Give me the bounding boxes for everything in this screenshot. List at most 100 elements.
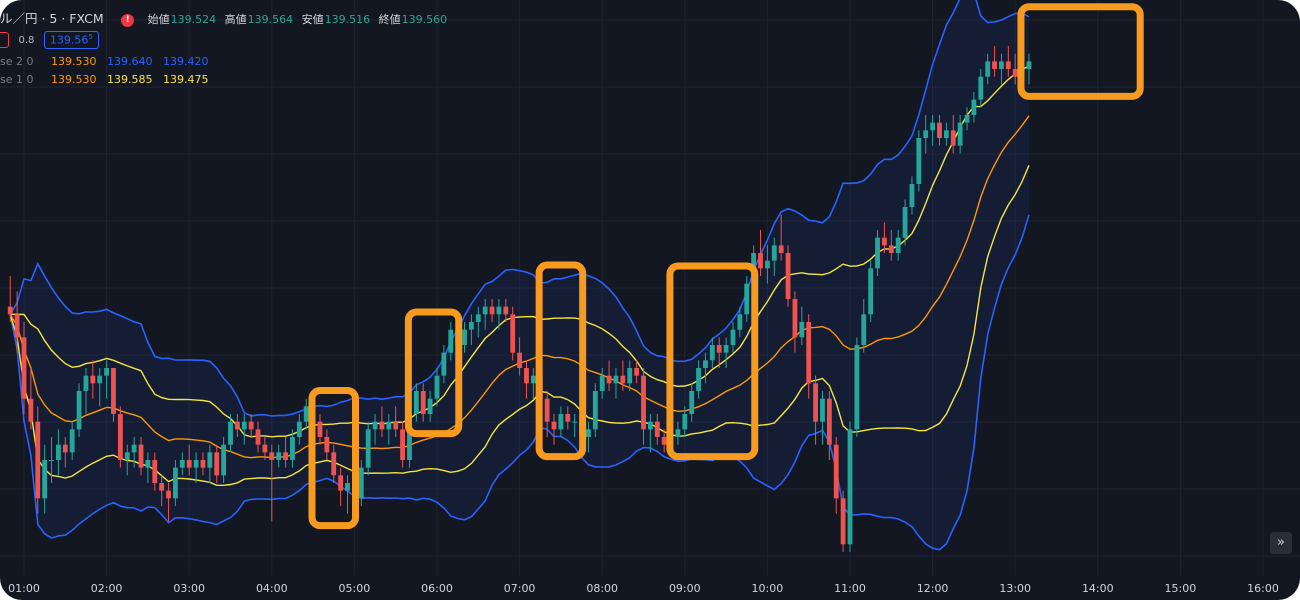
candle-body (586, 429, 591, 437)
candle-body (448, 329, 454, 353)
candle-body (83, 375, 89, 391)
candle-body (606, 375, 612, 384)
candle-body (214, 452, 220, 476)
symbol-title[interactable]: ル／円 · 5 · FXCM (0, 11, 104, 26)
candle-body (503, 306, 509, 315)
candle-body (985, 61, 991, 77)
legend-bb10[interactable]: se 1 0 139.530 139.585 139.475 (0, 73, 216, 86)
candle-body (379, 421, 385, 430)
candle-body (462, 329, 467, 345)
candle-body (413, 391, 419, 414)
candle-body (937, 122, 942, 138)
candle-body (654, 421, 660, 437)
candle-body (42, 460, 48, 499)
candle-body (496, 306, 502, 315)
candle-body (255, 429, 261, 445)
candle-body (978, 76, 984, 100)
candle-body (434, 375, 440, 399)
candle-body (909, 184, 915, 207)
candle-body (992, 61, 997, 69)
alert-icon[interactable]: ! (121, 14, 135, 27)
buy-price: 139.56 (49, 33, 89, 47)
time-tick-label: 05:00 (339, 582, 371, 595)
candle-body (393, 421, 399, 430)
candle-body (489, 306, 495, 315)
candle-body (861, 314, 867, 345)
legend-bb20[interactable]: se 2 0 139.530 139.640 139.420 (0, 55, 216, 68)
candle-body (847, 429, 853, 545)
candle-body (510, 314, 516, 353)
candle-body (806, 322, 812, 384)
candle-body (647, 421, 653, 430)
candle-body (723, 345, 729, 353)
candle-body (888, 245, 894, 253)
candle-body (290, 437, 295, 460)
time-tick-label: 03:00 (173, 582, 205, 595)
candle-body (902, 207, 908, 238)
time-tick-label: 09:00 (669, 582, 701, 595)
candle-body (971, 99, 977, 115)
time-tick-label: 07:00 (504, 582, 536, 595)
candle-body (365, 429, 371, 468)
candle-body (97, 375, 103, 384)
sell-button[interactable] (0, 31, 9, 48)
candle-body (193, 460, 199, 468)
candle-body (386, 421, 392, 430)
candle-body (296, 421, 302, 437)
candle-body (964, 115, 970, 123)
open-value: 139.524 (170, 13, 217, 26)
candle-body (159, 483, 165, 491)
candle-body (241, 421, 247, 430)
candle-body (35, 421, 41, 499)
candle-body (544, 398, 550, 422)
candle-body (682, 414, 688, 430)
candle-body (758, 253, 763, 269)
candle-body (152, 460, 158, 483)
scroll-to-realtime-button[interactable]: » (1270, 532, 1292, 554)
candle-body (324, 437, 330, 453)
buy-button[interactable]: 139.565 (43, 31, 99, 49)
low-value: 139.516 (324, 13, 371, 26)
bb10-label: se 1 0 (0, 73, 34, 86)
candle-body (117, 414, 123, 460)
candle-body (916, 138, 922, 184)
candle-body (62, 444, 68, 453)
time-tick-label: 08:00 (586, 582, 618, 595)
candle-body (613, 375, 619, 384)
candle-body (372, 421, 378, 430)
candle-body (689, 391, 695, 414)
candle-body (131, 444, 137, 453)
legend-ohlc: ル／円 · 5 · FXCM ! 始値139.524 高値139.564 安値1… (0, 8, 452, 27)
candle-body (826, 398, 832, 445)
candle-body (1005, 61, 1011, 69)
candle-body (111, 368, 116, 414)
close-label: 終値 (378, 13, 401, 26)
time-tick-label: 15:00 (1165, 582, 1197, 595)
candle-body (627, 368, 633, 384)
candle-body (943, 130, 949, 138)
candle-body (703, 360, 708, 368)
time-tick-label: 10:00 (752, 582, 784, 595)
candle-body (420, 391, 426, 414)
candle-body (833, 444, 839, 499)
candle-body (338, 475, 344, 491)
candle-body (469, 322, 474, 330)
open-label: 始値 (147, 13, 170, 26)
candle-body (950, 130, 956, 146)
candle-body (69, 429, 75, 453)
candle-body (565, 414, 571, 422)
candle-body (792, 299, 798, 338)
candle-body (145, 460, 151, 468)
price-chart[interactable]: 01:00 02:00 03:00 04:00 05:00 06:00 07:00 08:00… (0, 0, 1300, 600)
candle-body (923, 130, 929, 138)
high-label: 高値 (224, 13, 247, 26)
candle-body (303, 406, 309, 422)
candle-body (558, 414, 564, 430)
time-tick-label: 16:00 (1247, 582, 1279, 595)
candle-body (599, 375, 605, 391)
candle-body (124, 452, 130, 460)
bb20-label: se 2 0 (0, 55, 34, 68)
low-label: 安値 (301, 13, 324, 26)
candle-body (868, 268, 874, 315)
candle-body (737, 314, 743, 330)
